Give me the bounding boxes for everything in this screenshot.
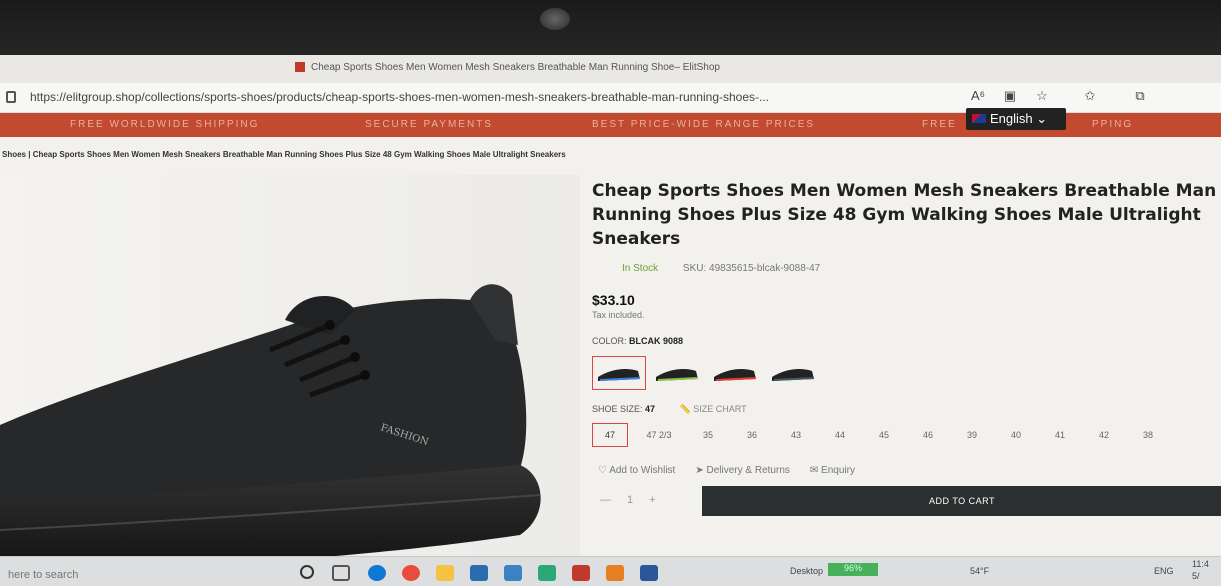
add-to-cart-button[interactable]: ADD TO CART (702, 486, 1221, 516)
office-icon[interactable] (606, 565, 624, 581)
quantity-stepper[interactable]: — 1 + (592, 486, 702, 514)
stock-status: In Stock (622, 263, 659, 274)
color-value: BLCAK 9088 (629, 336, 684, 346)
windows-taskbar: here to search Desktop 96% 54°F ENG 11:4… (0, 556, 1221, 586)
split-view-icon[interactable]: ▣ (1000, 88, 1020, 104)
file-explorer-icon[interactable] (436, 565, 454, 581)
color-swatch[interactable] (592, 356, 646, 390)
promo-item: BEST PRICE-WIDE RANGE PRICES (592, 119, 816, 130)
language-label: English (990, 111, 1033, 126)
read-aloud-icon[interactable]: A⁶ (968, 88, 988, 103)
sku: SKU: 49835615-blcak-9088-47 (682, 263, 821, 274)
battery-indicator[interactable]: 96% (828, 563, 878, 576)
clock-time[interactable]: 11:4 (1192, 559, 1209, 569)
size-chart-label: SIZE CHART (693, 404, 747, 414)
send-icon: ➤ (695, 465, 704, 476)
promo-item: FREE (922, 119, 957, 130)
clock-date[interactable]: 5/ (1192, 571, 1200, 581)
tab-title: Cheap Sports Shoes Men Women Mesh Sneake… (311, 62, 720, 73)
product-title: Cheap Sports Shoes Men Women Mesh Sneake… (592, 181, 1217, 249)
product-price: $33.10 (592, 292, 635, 308)
color-swatches (592, 356, 1221, 390)
ruler-icon: 📏 (679, 404, 691, 414)
size-option[interactable]: 44 (822, 423, 858, 447)
product-links: ♡ Add to Wishlist ➤ Delivery & Returns ✉… (598, 465, 1221, 476)
heart-icon: ♡ (598, 465, 607, 476)
language-selector[interactable]: English ⌄ (966, 108, 1066, 130)
size-row: SHOE SIZE: 47 📏 SIZE CHART (592, 404, 1221, 415)
promo-item: PPING (1092, 119, 1134, 130)
mail-app-icon[interactable] (504, 565, 522, 581)
product-image[interactable]: FASHION (0, 175, 580, 575)
qty-plus-button[interactable]: + (649, 494, 655, 506)
size-chart-link[interactable]: 📏 SIZE CHART (680, 404, 747, 414)
color-label: COLOR: BLCAK 9088 (592, 336, 1221, 346)
size-option[interactable]: 39 (954, 423, 990, 447)
wishlist-link[interactable]: ♡ Add to Wishlist (598, 465, 675, 476)
favorite-add-icon[interactable]: ☆ (1032, 88, 1052, 104)
promo-item: FREE WORLDWIDE SHIPPING (70, 119, 260, 130)
taskbar-search[interactable]: here to search (8, 569, 78, 581)
size-option[interactable]: 45 (866, 423, 902, 447)
desktop-toolbar[interactable]: Desktop (790, 566, 823, 576)
size-option[interactable]: 42 (1086, 423, 1122, 447)
size-option[interactable]: 47 (592, 423, 628, 447)
weather-temp[interactable]: 54°F (970, 566, 989, 576)
mail-icon: ✉ (809, 465, 819, 476)
chrome-icon[interactable] (402, 565, 420, 581)
lock-icon[interactable] (6, 91, 16, 103)
cortana-icon[interactable] (300, 565, 314, 579)
pdf-reader-icon[interactable] (572, 565, 590, 581)
color-swatch[interactable] (766, 356, 820, 390)
edge-icon[interactable] (368, 565, 386, 581)
delivery-link[interactable]: ➤ Delivery & Returns (695, 465, 790, 476)
wishlist-label: Add to Wishlist (609, 465, 676, 476)
task-view-icon[interactable] (332, 565, 350, 581)
favorites-icon[interactable]: ✩ (1080, 88, 1100, 104)
size-option[interactable]: 43 (778, 423, 814, 447)
product-info: Cheap Sports Shoes Men Women Mesh Sneake… (592, 179, 1221, 516)
browser-screen: Cheap Sports Shoes Men Women Mesh Sneake… (0, 55, 1221, 586)
size-option[interactable]: 38 (1130, 423, 1166, 447)
size-option[interactable]: 47 2/3 (636, 423, 682, 447)
app-icon[interactable] (538, 565, 556, 581)
color-swatch[interactable] (650, 356, 704, 390)
breadcrumb[interactable]: Shoes | Cheap Sports Shoes Men Women Mes… (2, 150, 566, 159)
color-label-text: COLOR: (592, 336, 627, 346)
size-option[interactable]: 36 (734, 423, 770, 447)
promo-item: SECURE PAYMENTS (365, 119, 493, 130)
size-value: 47 (645, 404, 656, 414)
url-field[interactable]: https://elitgroup.shop/collections/sport… (30, 90, 769, 104)
enquiry-link[interactable]: ✉ Enquiry (810, 465, 855, 476)
input-language[interactable]: ENG (1154, 566, 1174, 576)
cart-row: — 1 + ADD TO CART (592, 486, 1221, 516)
browser-tab[interactable]: Cheap Sports Shoes Men Women Mesh Sneake… (295, 62, 720, 73)
tax-note: Tax included. (592, 310, 645, 320)
size-option[interactable]: 46 (910, 423, 946, 447)
store-icon[interactable] (470, 565, 488, 581)
uk-flag-icon (972, 114, 986, 123)
webcam (540, 8, 570, 30)
favicon-icon (295, 62, 305, 73)
size-options: 47 47 2/3 35 36 43 44 45 46 39 40 41 42 … (592, 423, 1212, 451)
browser-title-bar: Cheap Sports Shoes Men Women Mesh Sneake… (0, 55, 1221, 83)
word-icon[interactable] (640, 565, 658, 581)
collections-icon[interactable]: ⧉ (1130, 88, 1150, 104)
size-option[interactable]: 41 (1042, 423, 1078, 447)
size-option[interactable]: 40 (998, 423, 1034, 447)
qty-minus-button[interactable]: — (600, 494, 611, 506)
qty-value[interactable]: 1 (627, 494, 633, 506)
enquiry-label: Enquiry (821, 465, 855, 476)
size-label: SHOE SIZE: (592, 404, 643, 414)
size-option[interactable]: 35 (690, 423, 726, 447)
stock-row: In Stock SKU: 49835615-blcak-9088-47 (622, 263, 1221, 274)
delivery-label: Delivery & Returns (706, 465, 790, 476)
color-swatch[interactable] (708, 356, 762, 390)
chevron-down-icon: ⌄ (1036, 111, 1048, 126)
